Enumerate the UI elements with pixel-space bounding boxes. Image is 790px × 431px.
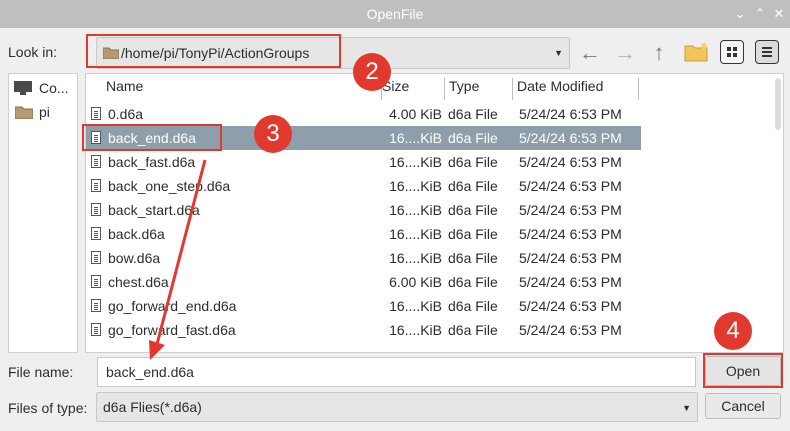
annotation-arrow-icon [149,159,207,360]
annotation-badge: 2 [353,53,391,91]
annotation-badge: 4 [714,312,752,350]
annotation-badge: 3 [254,115,292,153]
